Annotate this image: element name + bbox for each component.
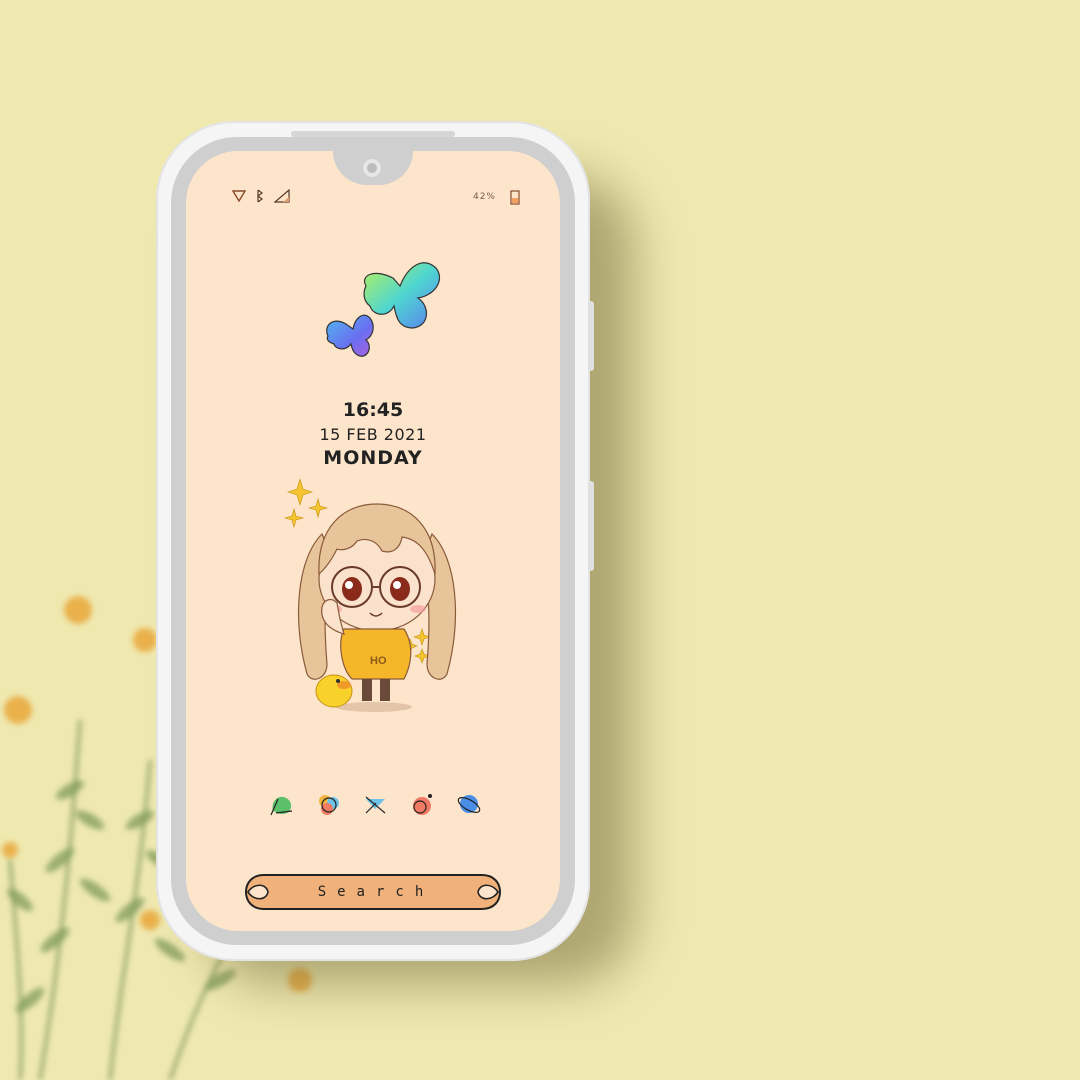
battery-percentage: 42% — [472, 192, 496, 202]
notch — [333, 151, 413, 185]
clock-date: 15 FEB 2021 — [319, 425, 427, 444]
home-screen: 42% 16:45 15 FEB 2021 MONDAY HO Search — [186, 151, 560, 931]
mail-icon[interactable] — [362, 791, 389, 818]
status-bar-right: 42% — [473, 189, 520, 205]
clock-day: MONDAY — [323, 447, 423, 469]
search-label: Search — [317, 884, 435, 900]
browser-icon[interactable] — [456, 791, 483, 818]
status-bar-left — [232, 189, 290, 203]
butterfly-graphic — [326, 262, 441, 357]
clock-time: 16:45 — [342, 399, 404, 421]
speaker-grille — [291, 131, 455, 137]
chibi-girl-illustration: HO — [283, 479, 457, 712]
volume-button — [588, 301, 594, 371]
app-dock — [268, 791, 483, 818]
camera-icon[interactable] — [409, 791, 436, 818]
search-bar[interactable]: Search — [244, 873, 502, 911]
bluetooth-icon — [257, 189, 263, 203]
phone-bezel: 42% 16:45 15 FEB 2021 MONDAY HO Search — [171, 137, 575, 945]
power-button — [588, 481, 594, 571]
shirt-text: HO — [370, 655, 387, 667]
front-camera-icon — [363, 159, 381, 177]
photos-icon[interactable] — [315, 791, 342, 818]
wifi-icon — [232, 190, 246, 202]
messages-icon[interactable] — [268, 791, 295, 818]
phone-frame: 42% 16:45 15 FEB 2021 MONDAY HO Search — [156, 121, 594, 961]
signal-icon — [274, 189, 290, 203]
battery-icon — [510, 190, 520, 205]
